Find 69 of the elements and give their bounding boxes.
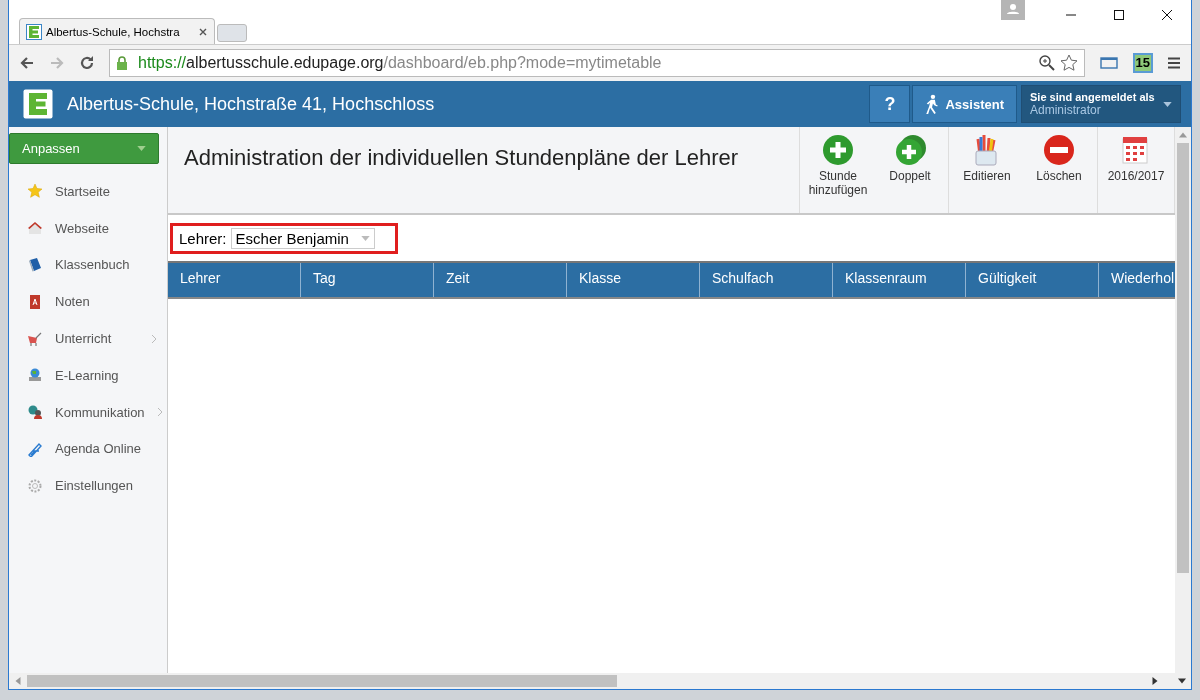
pen-icon [27,440,43,457]
toolbar-button[interactable]: 2016/2017 [1102,133,1170,183]
column-header[interactable]: Schulfach [700,263,833,297]
lock-icon [116,55,128,71]
login-caption: Sie sind angemeldet als [1030,91,1156,103]
maximize-icon[interactable] [1113,9,1125,21]
right-arrow-icon [1151,677,1159,685]
column-header[interactable]: Zeit [434,263,567,297]
book-icon [27,257,43,273]
customize-button[interactable]: Anpassen [9,133,159,164]
toolbar-button[interactable]: Löschen [1025,133,1093,183]
minus-circle-icon [1042,133,1076,167]
page-title: Administration der individuellen Stundenpläne der Lehrer [184,145,740,172]
address-bar[interactable]: https://albertusschule.edupage.org/dashboard/eb.php?mode=mytimetable [109,49,1085,77]
filter-label: Lehrer: [179,229,227,247]
sidebar-item[interactable]: Kommunikation [9,393,167,431]
column-header[interactable]: Tag [301,263,434,297]
browser-tab[interactable]: Albertus-Schule, Hochstra [19,18,215,44]
caret-icon [1163,101,1172,107]
people-icon [27,404,43,421]
sidebar-item[interactable]: Einstellungen [9,467,167,505]
vertical-scrollbar[interactable] [1175,127,1191,673]
close-icon[interactable] [198,26,208,37]
url-text[interactable]: https://albertusschule.edupage.org/dashboard/eb.php?mode=mytimetable [138,54,662,72]
cast-icon[interactable] [1098,55,1119,71]
teacher-dropdown[interactable]: Escher Benjamin [230,227,375,249]
star-icon [27,183,43,200]
gear-icon [27,477,43,494]
e-logo-icon[interactable] [23,89,53,119]
column-header[interactable]: Gültigkeit [966,263,1099,297]
user-name: Administrator [1030,103,1102,117]
sidebar-item[interactable]: Webseite [9,209,167,247]
house-icon [27,220,43,237]
close-icon[interactable] [1161,9,1173,21]
reload-icon[interactable] [79,55,95,71]
e-logo-icon [26,23,42,40]
back-arrow-icon[interactable] [19,55,35,71]
toolbar-button[interactable]: Doppelt [876,133,944,183]
sidebar-item[interactable]: E-Learning [9,357,167,394]
column-header[interactable]: Klasse [567,263,700,297]
globe-icon [27,367,43,384]
column-header[interactable]: Klassenraum [833,263,966,297]
sidebar-item[interactable]: Startseite [9,173,167,210]
down-arrow-icon [1178,677,1186,685]
up-arrow-icon [1179,131,1187,139]
sidebar-item[interactable]: Klassenbuch [9,246,167,284]
walking-person-icon [925,93,940,115]
left-arrow-icon [14,677,22,685]
extension-badge[interactable]: 15 [1132,53,1153,73]
caret-icon [360,235,370,241]
plus-circle-icon [821,133,855,167]
sidebar-item[interactable]: Unterricht [9,320,167,357]
school-name: Albertus-Schule, Hochstraße 41, Hochschloss [67,93,435,115]
zoom-icon[interactable] [1037,54,1056,72]
sidebar-item[interactable]: Agenda Online [9,430,167,468]
help-button[interactable]: ? [869,85,911,123]
assistant-button[interactable]: Assistent [912,85,1017,123]
toolbar-button[interactable]: Editieren [953,133,1021,183]
menu-icon[interactable] [1167,56,1181,70]
horizontal-scrollbar[interactable] [9,673,1191,689]
grade-book-icon [27,293,43,310]
login-menu[interactable]: Sie sind angemeldet als Administrator [1021,85,1181,123]
column-header[interactable]: Lehrer [168,263,301,297]
sidebar-item[interactable]: Noten [9,283,167,321]
column-header[interactable]: Wiederhol [1099,263,1175,297]
toolbar-button[interactable]: Stunde hinzufügen [804,133,872,197]
star-icon[interactable] [1059,54,1078,72]
plus-circles-icon [893,133,927,167]
caret-icon [137,146,146,151]
